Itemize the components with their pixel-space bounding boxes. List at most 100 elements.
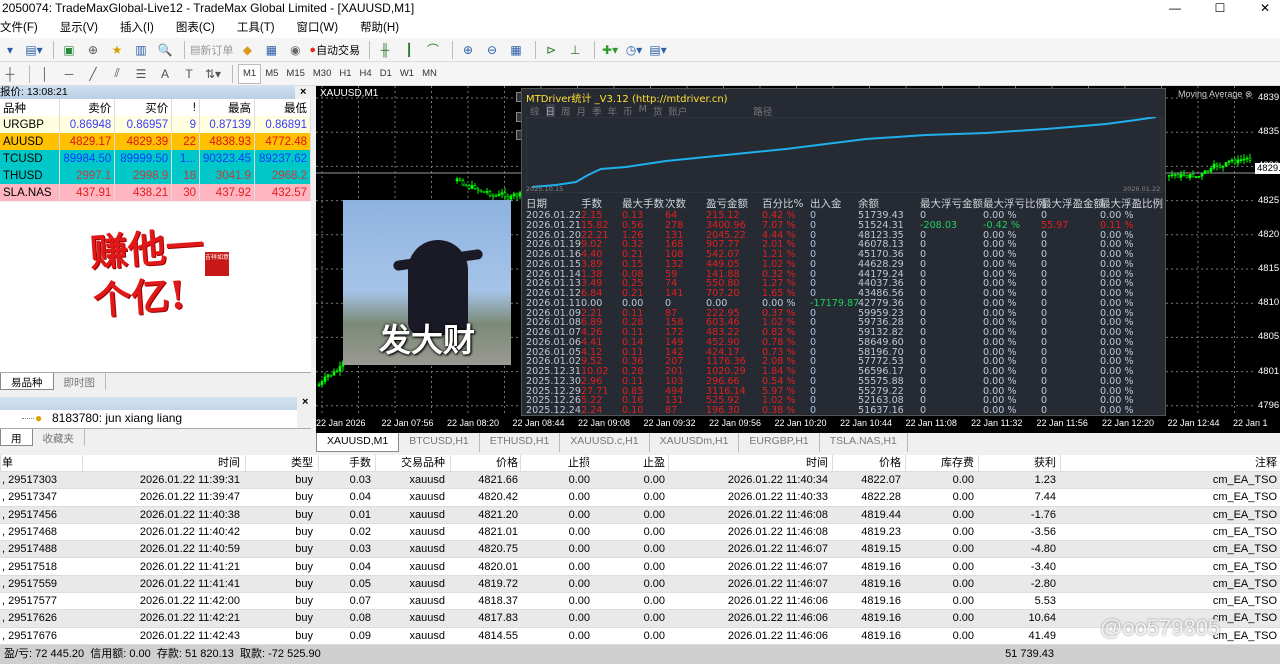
- menu-view[interactable]: 显示(V): [60, 18, 98, 38]
- trade-row[interactable]: , 29517626 2026.01.22 11:42:21 buy 0.08 xauu…: [0, 610, 1280, 628]
- autoscroll-icon[interactable]: ⊳: [541, 40, 561, 60]
- arrows-icon[interactable]: ⇅▾: [203, 64, 223, 84]
- trade-row[interactable]: , 29517559 2026.01.22 11:41:41 buy 0.05 xauu…: [0, 575, 1280, 594]
- chart-tab[interactable]: EURGBP,H1: [739, 433, 820, 452]
- timeframe-m5[interactable]: M5: [261, 64, 282, 84]
- column-divider[interactable]: [520, 455, 521, 472]
- market-watch-icon[interactable]: ▣: [59, 40, 79, 60]
- tab-favorites[interactable]: 收藏夹: [33, 429, 85, 446]
- column-divider[interactable]: [245, 455, 246, 472]
- mtdriver-tab[interactable]: 路径: [753, 104, 772, 118]
- trade-col-header[interactable]: 时间: [218, 455, 240, 472]
- column-divider[interactable]: [668, 455, 669, 472]
- menu-window[interactable]: 窗口(W): [297, 18, 339, 38]
- trade-col-header[interactable]: 止损: [568, 455, 590, 472]
- close-button[interactable]: ✕: [1250, 0, 1280, 18]
- trade-col-header[interactable]: 交易品种: [401, 455, 445, 472]
- trade-row[interactable]: , 29517303 2026.01.22 11:39:31 buy 0.03 xauu…: [0, 472, 1280, 490]
- navigator-close-icon[interactable]: ×: [302, 396, 308, 408]
- mtdriver-tab[interactable]: 币: [623, 104, 633, 118]
- mtdriver-tab[interactable]: 日: [545, 104, 556, 118]
- tile-windows-icon[interactable]: ▦: [506, 40, 526, 60]
- menu-charts[interactable]: 图表(C): [176, 18, 215, 38]
- column-divider[interactable]: [905, 455, 906, 472]
- strategy-tester-icon[interactable]: 🔍: [155, 40, 175, 60]
- mtdriver-tab[interactable]: 月: [577, 104, 587, 118]
- menu-tools[interactable]: 工具(T): [237, 18, 275, 38]
- timeframe-m15[interactable]: M15: [282, 64, 308, 84]
- trade-row[interactable]: , 29517468 2026.01.22 11:40:42 buy 0.02 xauu…: [0, 524, 1280, 542]
- fibonacci-icon[interactable]: ☰: [131, 64, 151, 84]
- market-watch-row[interactable]: URGBP 0.86948 0.86957 9 0.87139 0.86891: [0, 116, 312, 133]
- maximize-button[interactable]: ☐: [1205, 0, 1235, 18]
- trade-col-header[interactable]: 手数: [349, 455, 371, 472]
- market-watch-col-header[interactable]: !: [171, 99, 200, 116]
- metaeditor-icon[interactable]: ◆: [237, 40, 257, 60]
- trade-col-header[interactable]: 单: [2, 455, 13, 472]
- trade-col-header[interactable]: 时间: [806, 455, 828, 472]
- mtdriver-tab[interactable]: 货: [653, 104, 663, 118]
- dropdown-arrow-icon[interactable]: ▾: [0, 40, 20, 60]
- mtdriver-tab[interactable]: 账户: [668, 104, 687, 118]
- timeframe-h4[interactable]: H4: [356, 64, 376, 84]
- periods-icon[interactable]: ◷▾: [624, 40, 644, 60]
- trade-col-header[interactable]: 获利: [1034, 455, 1056, 472]
- bar-chart-icon[interactable]: ╫: [375, 40, 395, 60]
- column-divider[interactable]: [82, 455, 83, 472]
- mtdriver-tab[interactable]: 综: [530, 104, 540, 118]
- market-watch-row[interactable]: AUUSD 4829.17 4829.39 22 4838.93 4772.48: [0, 133, 312, 150]
- trade-col-header[interactable]: 库存费: [941, 455, 974, 472]
- profiles-icon[interactable]: ▤▾: [24, 40, 44, 60]
- timeframe-d1[interactable]: D1: [376, 64, 396, 84]
- vertical-line-icon[interactable]: │: [35, 64, 55, 84]
- signals-icon[interactable]: ◉: [285, 40, 305, 60]
- timeframe-mn[interactable]: MN: [418, 64, 441, 84]
- column-divider[interactable]: [375, 455, 376, 472]
- terminal-icon[interactable]: ▥: [131, 40, 151, 60]
- indicators-icon[interactable]: ✚▾: [600, 40, 620, 60]
- trade-row[interactable]: , 29517347 2026.01.22 11:39:47 buy 0.04 xauu…: [0, 489, 1280, 507]
- trade-col-header[interactable]: 注释: [1255, 455, 1277, 472]
- navigator-icon[interactable]: ★: [107, 40, 127, 60]
- market-watch-col-header[interactable]: 卖价: [59, 99, 116, 116]
- market-watch-close-icon[interactable]: ×: [300, 86, 306, 98]
- mtdriver-tab[interactable]: 年: [608, 104, 618, 118]
- indicator-close-icon[interactable]: ⊗: [1245, 89, 1253, 99]
- new-order-button[interactable]: ▤ 新订单: [190, 40, 233, 60]
- templates-icon[interactable]: ▤▾: [648, 40, 668, 60]
- trendline-icon[interactable]: ╱: [83, 64, 103, 84]
- trade-row[interactable]: , 29517676 2026.01.22 11:42:43 buy 0.09 xauu…: [0, 628, 1280, 645]
- equidistant-channel-icon[interactable]: ⫽: [107, 64, 127, 84]
- trade-col-header[interactable]: 类型: [291, 455, 313, 472]
- mtdriver-tab[interactable]: 季: [592, 104, 602, 118]
- navigator-account-item[interactable]: ● 8183780: jun xiang liang: [0, 410, 297, 428]
- tab-common[interactable]: 用: [0, 429, 33, 446]
- column-divider[interactable]: [0, 455, 1, 472]
- trade-col-header[interactable]: 止盈: [643, 455, 665, 472]
- crosshair-target-icon[interactable]: ⊕: [83, 40, 103, 60]
- zoom-in-icon[interactable]: ⊕: [458, 40, 478, 60]
- trade-row[interactable]: , 29517518 2026.01.22 11:41:21 buy 0.04 xauu…: [0, 559, 1280, 576]
- column-divider[interactable]: [585, 455, 586, 472]
- auto-trading-button[interactable]: ● 自动交易: [309, 40, 360, 60]
- menu-help[interactable]: 帮助(H): [360, 18, 399, 38]
- column-divider[interactable]: [978, 455, 979, 472]
- timeframe-h1[interactable]: H1: [335, 64, 355, 84]
- trade-row[interactable]: , 29517456 2026.01.22 11:40:38 buy 0.01 xauu…: [0, 506, 1280, 524]
- tab-tick-chart[interactable]: 即时图: [54, 373, 106, 390]
- chart-tab[interactable]: XAUUSD.c,H1: [560, 433, 650, 452]
- horizontal-line-icon[interactable]: ─: [59, 64, 79, 84]
- trade-col-header[interactable]: 价格: [879, 455, 901, 472]
- timeframe-m1[interactable]: M1: [238, 63, 262, 84]
- candlestick-icon[interactable]: ┃: [399, 40, 419, 60]
- timeframe-m30[interactable]: M30: [309, 64, 335, 84]
- market-watch-col-header[interactable]: 最高: [199, 99, 255, 116]
- menu-file[interactable]: 文件(F): [0, 18, 38, 38]
- trade-row[interactable]: , 29517488 2026.01.22 11:40:59 buy 0.03 xauu…: [0, 541, 1280, 559]
- mtdriver-tab[interactable]: M: [639, 104, 647, 118]
- timeframe-w1[interactable]: W1: [396, 64, 418, 84]
- line-chart-icon[interactable]: ⌒: [423, 40, 443, 60]
- column-divider[interactable]: [318, 455, 319, 472]
- text-icon[interactable]: A: [155, 64, 175, 84]
- menu-insert[interactable]: 插入(I): [120, 18, 154, 38]
